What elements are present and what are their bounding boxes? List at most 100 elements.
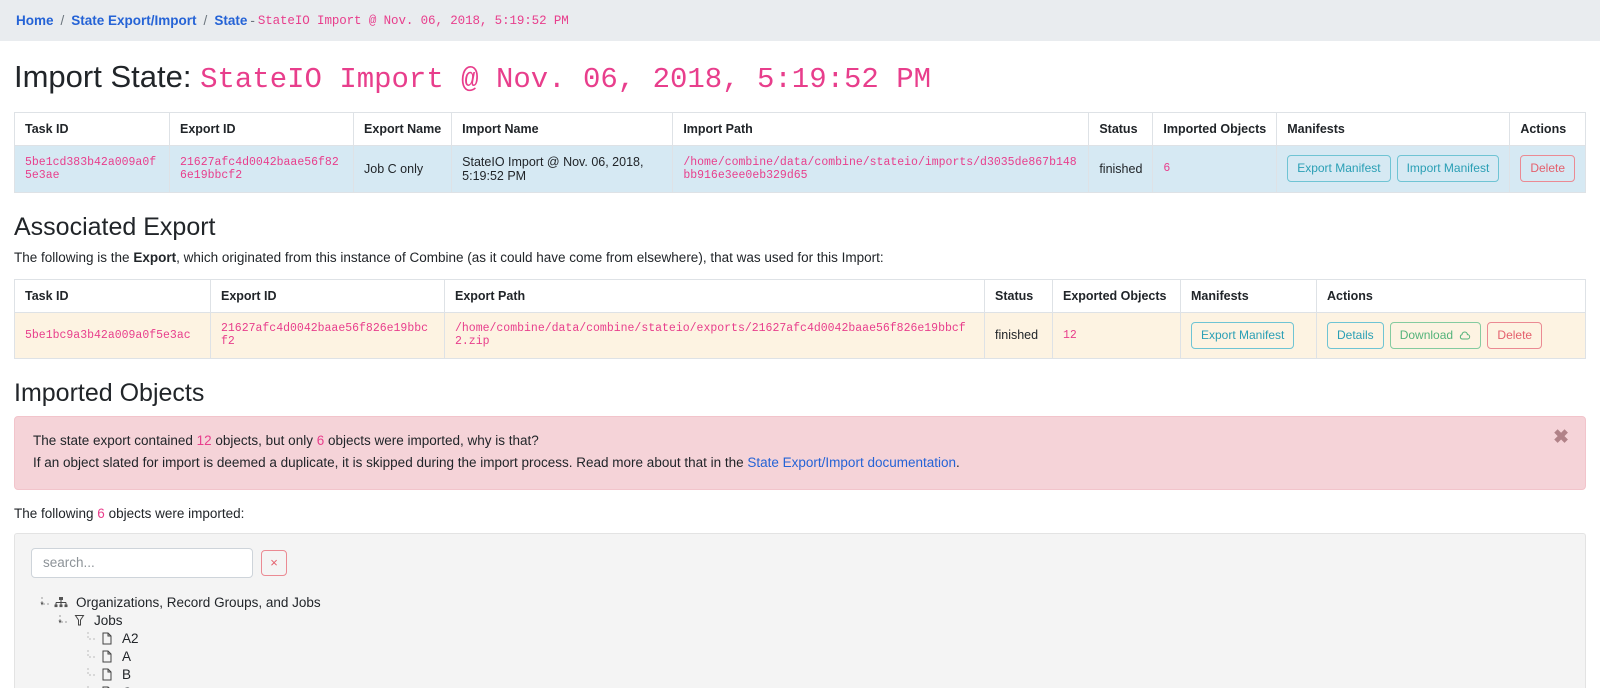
associated-export-description: The following is the Export, which origi… xyxy=(14,250,1586,265)
tree-node-job-a2[interactable]: A2 xyxy=(31,630,1569,648)
col-export-name: Export Name xyxy=(353,111,453,146)
col-export-export-id: Export ID xyxy=(210,278,445,313)
associated-export-heading: Associated Export xyxy=(14,212,216,241)
cell-import-name: StateIO Import @ Nov. 06, 2018, 5:19:52 … xyxy=(451,144,674,193)
alert-line1-b: objects, but only xyxy=(211,433,317,449)
lead-text-bold: Export xyxy=(133,249,177,265)
alert-line1-a: The state export contained xyxy=(33,433,197,449)
cell-export-actions: Details Download Delete xyxy=(1316,311,1586,360)
import-manifest-button[interactable]: Import Manifest xyxy=(1396,155,1500,183)
cell-export-status: finished xyxy=(984,311,1053,360)
table-row: 5be1cd383b42a009a0f5e3ae 21627afc4d0042b… xyxy=(14,144,1586,193)
page-title: Import State: StateIO Import @ Nov. 06, … xyxy=(14,58,1586,98)
expand-toggle-icon[interactable] xyxy=(35,594,53,612)
col-export-path: Export Path xyxy=(444,278,985,313)
file-icon xyxy=(99,649,115,665)
tree-node-organizations[interactable]: Organizations, Record Groups, and Jobs xyxy=(31,594,1569,612)
cell-task-id: 5be1cd383b42a009a0f5e3ae xyxy=(14,144,170,193)
cell-actions: Delete xyxy=(1509,144,1586,193)
col-task-id: Task ID xyxy=(14,111,170,146)
expand-toggle-icon[interactable] xyxy=(53,612,71,630)
tree-guide-icon xyxy=(81,648,99,666)
export-manifest-button[interactable]: Export Manifest xyxy=(1191,321,1295,350)
cell-export-name: Job C only xyxy=(353,144,453,193)
details-button[interactable]: Details xyxy=(1327,321,1384,350)
col-export-status: Status xyxy=(984,278,1053,313)
col-actions: Actions xyxy=(1509,111,1586,146)
cell-imported-objects: 6 xyxy=(1152,144,1278,193)
table-header-row: Task ID Export ID Export Name Import Nam… xyxy=(14,111,1586,146)
close-icon[interactable]: ✖ xyxy=(1553,428,1569,447)
alert-export-count: 12 xyxy=(196,433,212,449)
col-imported-objects: Imported Objects xyxy=(1152,111,1278,146)
tree-guide-icon xyxy=(81,630,99,648)
alert-line2-b: . xyxy=(956,455,960,471)
tree-node-label: Jobs xyxy=(94,613,123,629)
duplicate-info-alert: ✖ The state export contained 12 objects,… xyxy=(14,416,1586,490)
tree-node-job-a[interactable]: A xyxy=(31,648,1569,666)
table-row: 5be1bc9a3b42a009a0f5e3ac 21627afc4d0042b… xyxy=(14,311,1586,360)
breadcrumb-item-state-export-import[interactable]: State Export/Import xyxy=(71,13,196,28)
cloud-download-icon xyxy=(1459,331,1471,341)
documentation-link[interactable]: State Export/Import documentation xyxy=(747,455,956,470)
clear-search-button[interactable]: × xyxy=(261,549,287,576)
note-b: objects were imported: xyxy=(104,505,245,521)
imported-objects-tree-panel: × Organizations, Record Groups, and Job xyxy=(14,532,1586,688)
cell-export-task-id: 5be1bc9a3b42a009a0f5e3ac xyxy=(14,311,211,360)
col-import-name: Import Name xyxy=(451,111,674,146)
file-icon xyxy=(99,631,115,647)
imported-objects-heading: Imported Objects xyxy=(14,379,205,408)
export-manifest-button[interactable]: Export Manifest xyxy=(1287,155,1391,183)
cell-manifests: Export Manifest Import Manifest xyxy=(1276,144,1511,193)
breadcrumb-separator: / xyxy=(60,13,65,28)
breadcrumb-separator: / xyxy=(203,13,208,28)
tree-guide-icon xyxy=(81,684,99,688)
cell-exported-objects: 12 xyxy=(1052,311,1181,360)
imported-objects-note: The following 6 objects were imported: xyxy=(14,506,1586,521)
tree-node-job-b[interactable]: B xyxy=(31,666,1569,684)
download-button-label: Download xyxy=(1399,327,1454,342)
tree-node-label: Organizations, Record Groups, and Jobs xyxy=(76,595,321,611)
lead-text-after: , which originated from this instance of… xyxy=(176,249,884,265)
cell-export-manifests: Export Manifest xyxy=(1180,311,1317,360)
delete-import-button[interactable]: Delete xyxy=(1520,155,1575,183)
import-state-table: Task ID Export ID Export Name Import Nam… xyxy=(14,111,1586,193)
alert-line1-c: objects were imported, why is that? xyxy=(324,433,539,449)
delete-export-button[interactable]: Delete xyxy=(1487,321,1543,350)
cell-status: finished xyxy=(1088,144,1154,193)
alert-line-2: If an object slated for import is deemed… xyxy=(33,452,1567,474)
object-tree: Organizations, Record Groups, and Jobs J… xyxy=(31,594,1569,688)
tree-search-row: × xyxy=(31,547,1569,578)
breadcrumb-item-state[interactable]: State xyxy=(214,13,247,28)
tree-node-label: B xyxy=(122,667,132,683)
search-input[interactable] xyxy=(31,547,253,578)
col-export-manifests: Manifests xyxy=(1180,278,1317,313)
filter-icon xyxy=(71,613,87,629)
table-header-row: Task ID Export ID Export Path Status Exp… xyxy=(14,278,1586,313)
cell-export-path: /home/combine/data/combine/stateio/expor… xyxy=(444,311,985,360)
tree-guide-icon xyxy=(81,666,99,684)
note-count: 6 xyxy=(97,505,105,521)
cell-export-id: 21627afc4d0042baae56f826e19bbcf2 xyxy=(168,144,355,193)
tree-node-label: A xyxy=(122,649,132,665)
col-import-path: Import Path xyxy=(672,111,1090,146)
note-a: The following xyxy=(14,505,98,521)
col-export-actions: Actions xyxy=(1316,278,1586,313)
breadcrumb: Home / State Export/Import / State - Sta… xyxy=(0,0,1600,41)
download-button[interactable]: Download xyxy=(1389,321,1482,350)
lead-text-before: The following is the xyxy=(14,249,134,265)
col-status: Status xyxy=(1088,111,1154,146)
file-icon xyxy=(99,667,115,683)
tree-node-jobs[interactable]: Jobs xyxy=(31,612,1569,630)
sitemap-icon xyxy=(53,595,69,611)
tree-node-job-c[interactable]: C xyxy=(31,684,1569,688)
associated-export-table: Task ID Export ID Export Path Status Exp… xyxy=(14,278,1586,360)
alert-line2-a: If an object slated for import is deemed… xyxy=(33,455,748,471)
tree-node-label: A2 xyxy=(122,631,139,647)
cell-export-export-id: 21627afc4d0042baae56f826e19bbcf2 xyxy=(210,311,445,360)
alert-line-1: The state export contained 12 objects, b… xyxy=(33,430,1567,452)
page-title-prefix: Import State: xyxy=(14,59,192,94)
breadcrumb-item-home[interactable]: Home xyxy=(16,13,54,28)
breadcrumb-current: StateIO Import @ Nov. 06, 2018, 5:19:52 … xyxy=(257,13,569,28)
col-export-id: Export ID xyxy=(168,111,355,146)
